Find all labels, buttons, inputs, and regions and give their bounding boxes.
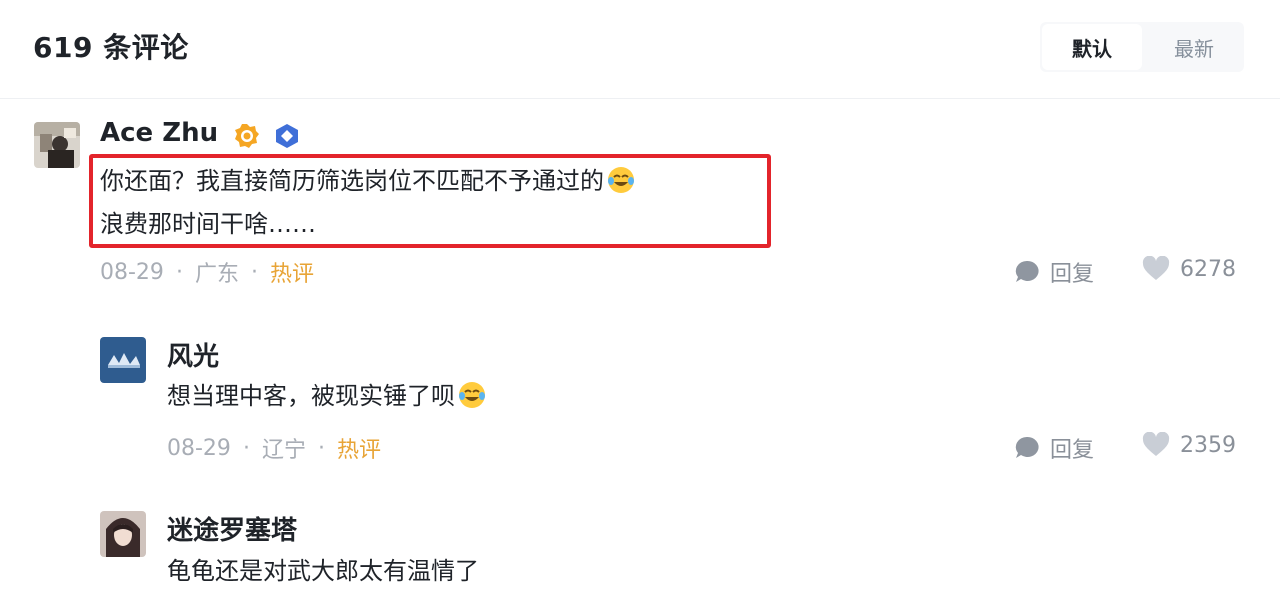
meta-separator: · <box>317 435 325 461</box>
comment-text-line2: 浪费那时间干啥…… <box>100 210 316 238</box>
comment-date: 08-29 <box>100 259 164 285</box>
comment-location: 辽宁 <box>261 438 306 463</box>
hot-comment-tag: 热评 <box>336 438 381 463</box>
username[interactable]: 风光 <box>167 336 219 373</box>
comment-text: 你还面？我直接简历筛选岗位不匹配不予通过的 <box>100 163 636 199</box>
like-count: 2359 <box>1180 432 1236 458</box>
comment-bubble-icon <box>1014 259 1040 285</box>
reply-label: 回复 <box>1050 438 1095 463</box>
reply-label: 回复 <box>1050 262 1095 287</box>
orange-verified-badge-icon <box>235 124 259 148</box>
hot-comment-tag: 热评 <box>269 262 314 287</box>
reply-button[interactable]: 回复 <box>1014 432 1094 464</box>
meta-separator: · <box>250 259 258 285</box>
heart-icon <box>1142 432 1170 458</box>
meta-separator: · <box>175 259 183 285</box>
blue-level-badge-icon <box>276 124 298 148</box>
sort-default-button[interactable]: 默认 <box>1042 24 1142 70</box>
avatar[interactable] <box>34 122 80 168</box>
laughing-crying-emoji-icon <box>459 382 485 408</box>
comment-text-line1: 你还面？我直接简历筛选岗位不匹配不予通过的 <box>100 167 604 195</box>
comment-section: 619 条评论 默认 最新 Ace Zhu 你还面？我直接简历筛选岗位不匹配不予… <box>0 0 1280 590</box>
sort-toggle: 默认 最新 <box>1040 22 1244 72</box>
reply-button[interactable]: 回复 <box>1014 256 1094 288</box>
comment-text-line1: 想当理中客，被现实锤了呗 <box>167 382 455 410</box>
laughing-crying-emoji-icon <box>608 167 634 193</box>
like-button[interactable]: 6278 <box>1142 256 1236 282</box>
sort-latest-button[interactable]: 最新 <box>1144 22 1244 72</box>
meta-separator: · <box>242 435 250 461</box>
comment-text: 龟龟还是对武大郎太有温情了 <box>167 557 479 585</box>
like-count: 6278 <box>1180 256 1236 282</box>
username[interactable]: 迷途罗塞塔 <box>167 510 297 547</box>
comment-bubble-icon <box>1014 435 1040 461</box>
comment-meta: 08-29 · 辽宁 · 热评 <box>167 432 381 464</box>
comment-count-title: 619 条评论 <box>33 31 189 64</box>
comment-date: 08-29 <box>167 435 231 461</box>
like-button[interactable]: 2359 <box>1142 432 1236 458</box>
comment-meta: 08-29 · 广东 · 热评 <box>100 256 314 288</box>
comment-text: 想当理中客，被现实锤了呗 <box>167 378 487 414</box>
username[interactable]: Ace Zhu <box>100 118 218 148</box>
comment-location: 广东 <box>194 262 239 287</box>
avatar[interactable] <box>100 511 146 557</box>
comment-header: 619 条评论 默认 最新 <box>0 0 1280 99</box>
heart-icon <box>1142 256 1170 282</box>
avatar[interactable] <box>100 337 146 383</box>
